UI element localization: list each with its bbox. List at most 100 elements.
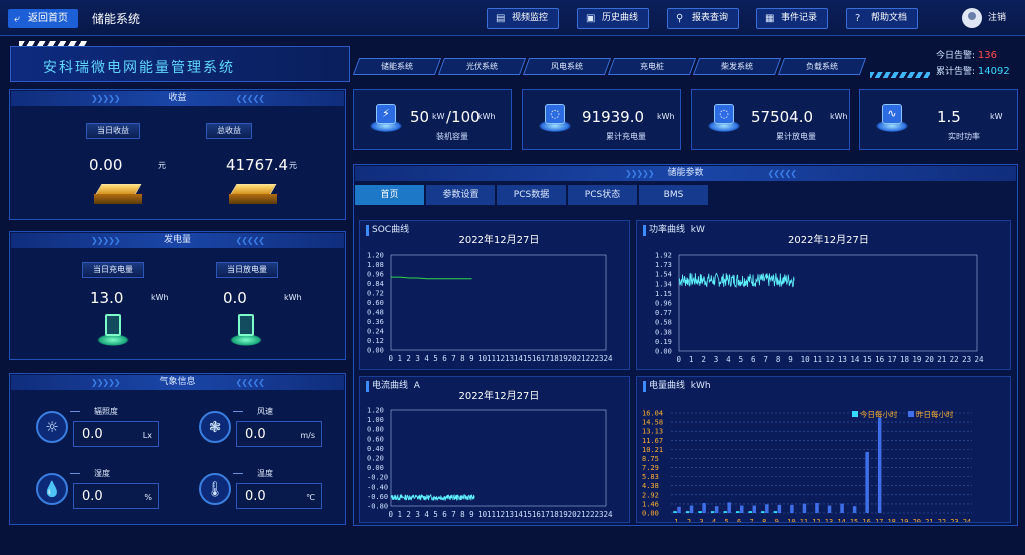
alarm-total-label: 累计告警: xyxy=(936,67,976,77)
x-tick-label: 5 xyxy=(724,518,728,522)
nav-events-button[interactable]: ▦ 事件记录 xyxy=(756,8,828,29)
nav-help-button[interactable]: ? 帮助文档 xyxy=(846,8,918,29)
plot-frame xyxy=(390,409,607,507)
back-home-button[interactable]: ⤶ 返回首页 xyxy=(8,9,78,28)
weather-wind-unit: m/s xyxy=(300,431,315,440)
x-tick-label: 7 xyxy=(451,354,456,363)
yesterday-hour-bar xyxy=(827,505,832,513)
x-tick-label: 24 xyxy=(604,354,614,363)
yesterday-hour-bar xyxy=(677,506,681,513)
alarm-summary[interactable]: 今日告警: 136 累计告警: 14092 xyxy=(936,48,1010,80)
x-tick-label: 18 xyxy=(900,355,910,364)
stat-charge-value: 91939.0 xyxy=(582,108,645,126)
x-tick-label: 15 xyxy=(523,354,532,363)
avatar xyxy=(962,8,982,28)
plot-frame xyxy=(390,254,607,351)
report-search-icon: ⚲ xyxy=(676,13,684,24)
today-hour-bar xyxy=(698,511,702,513)
tab-charger[interactable]: 充电桩 xyxy=(607,58,697,75)
y-tick-label: 0.40 xyxy=(367,445,384,453)
tab-home[interactable]: 首页 xyxy=(355,185,424,205)
tab-load[interactable]: 负载系统 xyxy=(777,58,867,75)
y-tick-label: 2.92 xyxy=(642,491,659,499)
tab-wind[interactable]: 风电系统 xyxy=(522,58,612,75)
y-tick-label: 0.80 xyxy=(367,426,384,434)
x-tick-label: 16 xyxy=(862,518,870,522)
humidity-icon: 💧 xyxy=(36,473,68,505)
x-tick-label: 8 xyxy=(776,355,781,364)
x-tick-label: 5 xyxy=(433,354,438,363)
chevron-left-icon: ❮❮❮❮❮ xyxy=(235,94,264,103)
nav-report-button[interactable]: ⚲ 报表查询 xyxy=(667,8,739,29)
y-tick-label: 1.92 xyxy=(655,252,672,260)
tab-param-settings[interactable]: 参数设置 xyxy=(426,185,495,205)
power-wave-icon: ∿ xyxy=(876,104,908,134)
y-tick-label: 1.54 xyxy=(655,271,672,279)
discharge-gauge-icon: ◌ xyxy=(708,104,740,134)
tab-pcs-data[interactable]: PCS数据 xyxy=(497,185,566,205)
yesterday-hour-bar xyxy=(790,504,794,513)
tab-diesel[interactable]: 柴发系统 xyxy=(692,58,782,75)
x-tick-label: 8 xyxy=(460,510,465,519)
weather-temperature-box: 0.0 ℃ xyxy=(236,483,322,509)
yesterday-hour-bar xyxy=(727,502,731,513)
x-tick-label: 2 xyxy=(701,355,706,364)
brand-banner: 安科瑞微电网能量管理系统 xyxy=(10,41,350,82)
y-tick-label: 0.36 xyxy=(367,318,384,326)
x-tick-label: 4 xyxy=(712,518,716,522)
x-tick-label: 21 xyxy=(577,510,586,519)
chevron-right-icon: ❯❯❯❯❯ xyxy=(625,169,654,178)
weather-temperature-value: 0.0 xyxy=(245,489,266,504)
tab-pcs-status[interactable]: PCS状态 xyxy=(568,185,637,205)
fan-icon: ❃ xyxy=(199,411,231,443)
discharge-today-unit: kWh xyxy=(284,293,302,302)
logout-button[interactable]: 注销 xyxy=(962,8,1006,28)
weather-wind-box: 0.0 m/s xyxy=(236,421,322,447)
x-tick-label: 13 xyxy=(505,354,514,363)
series-line xyxy=(678,272,795,289)
tab-pv[interactable]: 光伏系统 xyxy=(437,58,527,75)
x-tick-label: 10 xyxy=(801,355,811,364)
x-tick-label: 21 xyxy=(577,354,586,363)
yesterday-hour-bar xyxy=(865,451,869,513)
nav-history-button[interactable]: ▣ 历史曲线 xyxy=(577,8,649,29)
top-bar: ⤶ 返回首页 储能系统 ▤ 视频监控 ▣ 历史曲线 ⚲ 报表查询 ▦ 事件记录 … xyxy=(0,0,1025,36)
y-tick-label: 0.00 xyxy=(655,348,672,356)
thermometer-icon: 🌡 xyxy=(199,473,231,505)
x-tick-label: 17 xyxy=(875,518,883,522)
weather-wind-label: 风速 xyxy=(257,407,273,416)
charge-gauge-icon: ◌ xyxy=(539,104,571,134)
tab-bms[interactable]: BMS xyxy=(639,185,708,205)
weather-humidity-box: 0.0 % xyxy=(73,483,159,509)
yesterday-hour-bar xyxy=(852,506,857,513)
chevron-right-icon: ❯❯❯❯❯ xyxy=(91,378,120,387)
tab-storage[interactable]: 储能系统 xyxy=(352,58,442,75)
alarm-total-count: 14092 xyxy=(977,66,1010,77)
y-tick-label: 0.60 xyxy=(367,299,384,307)
nav-video-button[interactable]: ▤ 视频监控 xyxy=(487,8,559,29)
y-tick-label: 1.20 xyxy=(367,407,384,415)
x-tick-label: 0 xyxy=(677,355,682,364)
storage-params-title: 储能参数 xyxy=(667,168,704,178)
weather-temperature-label: 温度 xyxy=(257,469,273,478)
y-tick-label: 0.72 xyxy=(367,290,384,298)
x-tick-label: 20 xyxy=(925,355,935,364)
stat-discharge-unit: kWh xyxy=(830,112,848,121)
x-tick-label: 10 xyxy=(787,518,795,522)
x-tick-label: 14 xyxy=(850,355,860,364)
income-total-value: 41767.4 xyxy=(226,156,289,174)
yesterday-hour-bar xyxy=(840,503,844,513)
x-tick-label: 8 xyxy=(460,354,465,363)
x-tick-label: 18 xyxy=(887,518,895,522)
x-tick-label: 0 xyxy=(389,354,394,363)
x-tick-label: 11 xyxy=(800,518,808,522)
today-hour-bar xyxy=(761,511,765,513)
series-line xyxy=(390,493,475,502)
x-tick-label: 6 xyxy=(442,354,447,363)
y-tick-label: 4.38 xyxy=(642,482,659,490)
x-tick-label: 22 xyxy=(950,355,959,364)
energy-panel-header: ❯❯❯❯❯ 发电量 ❮❮❮❮❮ xyxy=(11,233,344,248)
y-tick-label: 0.24 xyxy=(367,328,384,336)
x-tick-label: 23 xyxy=(950,518,958,522)
yesterday-hour-bar xyxy=(765,504,769,513)
